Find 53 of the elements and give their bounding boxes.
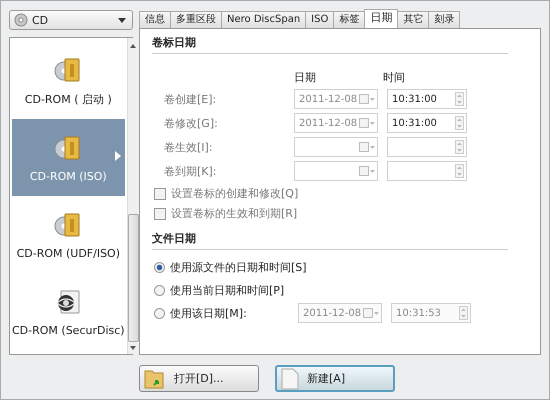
- field-label: 卷修改[G]:: [164, 116, 219, 130]
- calendar-icon: [359, 166, 375, 176]
- tab[interactable]: 信息: [139, 11, 171, 28]
- drive-dropdown[interactable]: CD: [9, 10, 133, 30]
- radio-button[interactable]: [154, 262, 165, 272]
- tab[interactable]: ISO: [305, 11, 334, 28]
- option-label: 使用当前日期和时间[P]: [170, 282, 286, 298]
- spinner-icon: [455, 140, 464, 154]
- spinner-icon: [455, 92, 464, 106]
- folder-icon: [144, 368, 166, 390]
- column-header: 日期: [294, 70, 317, 85]
- format-item[interactable]: CD-ROM (UDF/ISO): [12, 196, 125, 273]
- tab[interactable]: 刻录: [428, 11, 460, 28]
- checkbox-label: 设置卷标的创建和修改[Q]: [171, 186, 298, 201]
- column-header: 时间: [383, 70, 406, 85]
- option-label: 使用该日期[M]:: [170, 306, 248, 320]
- format-label: CD-ROM (ISO): [30, 170, 107, 183]
- format-item[interactable]: CD-ROM (SecurDisc): [12, 273, 125, 350]
- checkbox-label: 设置卷标的生效和到期[R]: [171, 206, 298, 221]
- format-label: CD-ROM ( 启动 ): [24, 92, 112, 107]
- calendar-icon: [359, 142, 375, 152]
- field-label: 卷创建[E]:: [164, 92, 218, 106]
- scroll-down-icon: [130, 346, 136, 350]
- format-label: CD-ROM (UDF/ISO): [16, 247, 120, 260]
- caret-icon: [118, 18, 126, 22]
- spinner-icon: [459, 306, 468, 320]
- scroll-thumb[interactable]: [128, 214, 139, 342]
- tab[interactable]: 其它: [397, 11, 430, 28]
- scroll-up-icon: [130, 44, 136, 48]
- tab[interactable]: 日期: [364, 9, 398, 28]
- section-title: 卷标日期: [152, 35, 508, 54]
- open-button[interactable]: 打开[D]...: [139, 365, 259, 392]
- option-label: 使用源文件的日期和时间[S]: [170, 260, 307, 274]
- calendar-icon: [363, 308, 379, 318]
- tab[interactable]: Nero DiscSpan: [221, 11, 306, 28]
- field-label: 卷到期[K]:: [164, 164, 218, 178]
- section-title: 文件日期: [152, 231, 508, 250]
- new-button[interactable]: 新建[A]: [275, 365, 395, 392]
- format-label: CD-ROM (SecurDisc): [12, 324, 125, 337]
- spinner-icon: [455, 116, 464, 130]
- disc-icon: [14, 13, 28, 27]
- spinner-icon: [455, 164, 464, 178]
- pointer-icon: [114, 151, 121, 161]
- radio-button[interactable]: [154, 308, 165, 318]
- scrollbar[interactable]: [126, 38, 139, 354]
- calendar-icon: [359, 94, 375, 104]
- tab[interactable]: 标签: [333, 11, 366, 28]
- field-label: 卷生效[I]:: [164, 140, 214, 154]
- format-item[interactable]: CD-ROM ( 启动 ): [12, 42, 125, 119]
- radio-button[interactable]: [154, 284, 165, 296]
- calendar-icon: [359, 118, 375, 128]
- document-icon: [281, 368, 299, 390]
- tab[interactable]: 多重区段: [170, 11, 222, 28]
